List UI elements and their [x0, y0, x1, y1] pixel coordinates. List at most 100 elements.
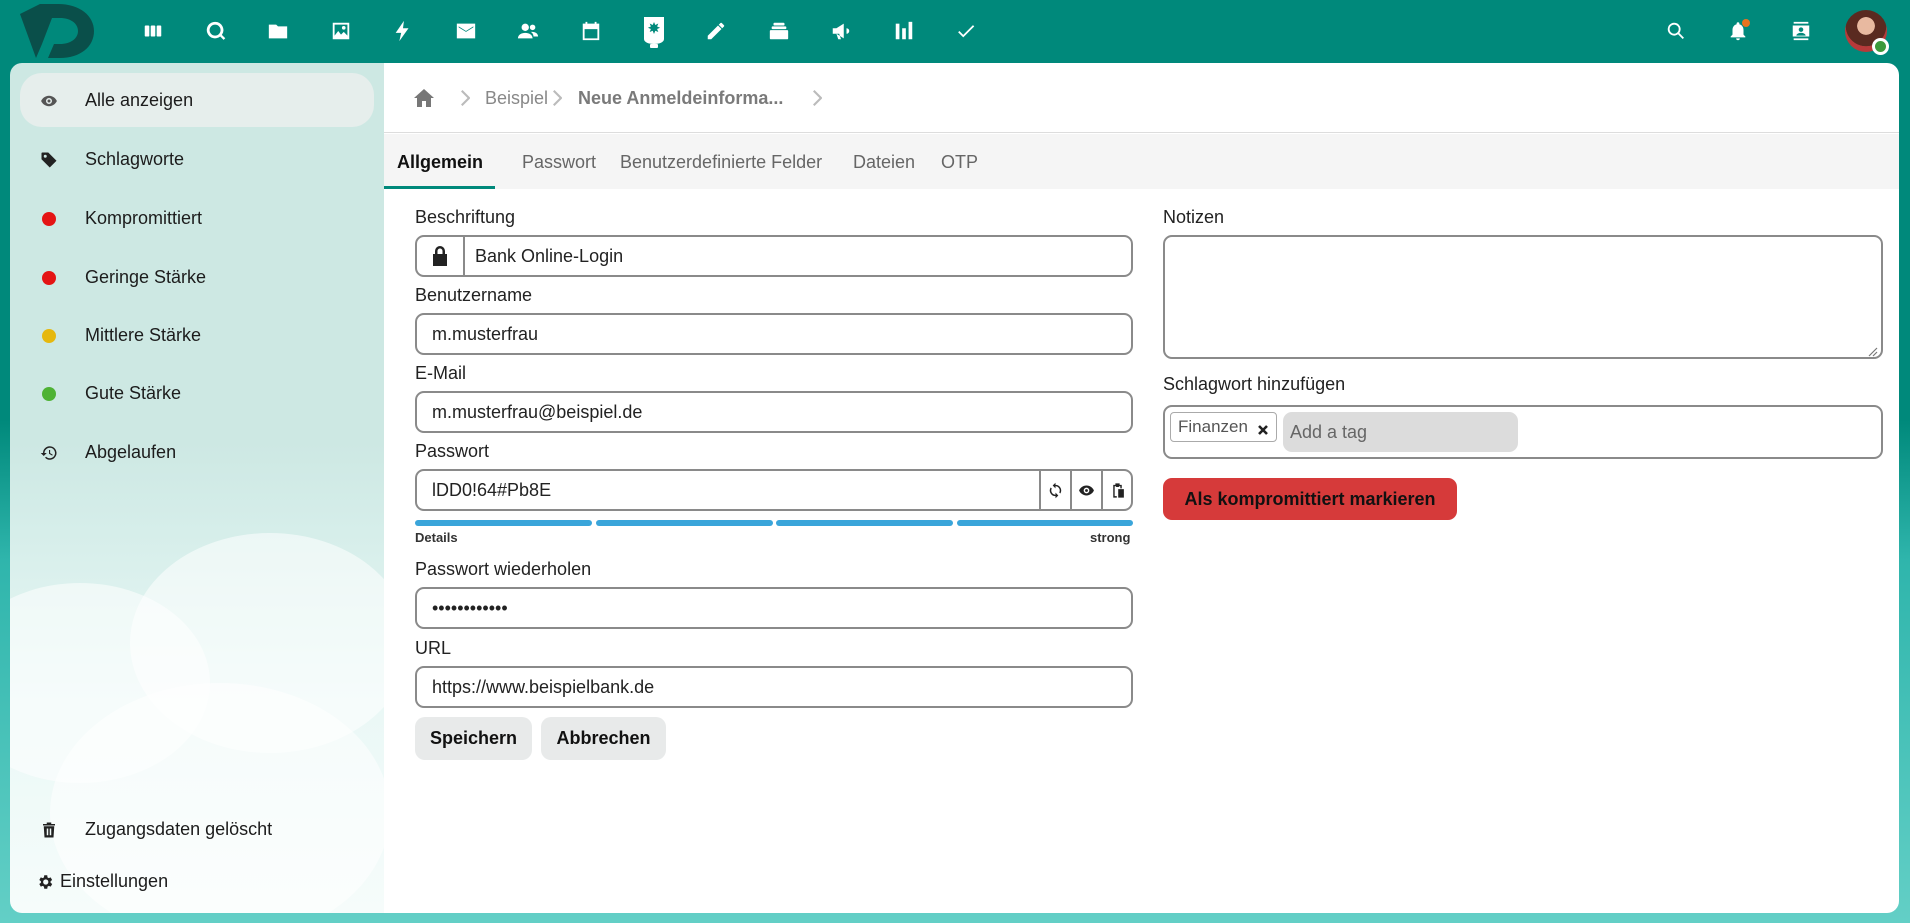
notes-icon[interactable] — [698, 13, 734, 49]
tag-icon — [40, 151, 58, 169]
sidebar-item-all[interactable]: Alle anzeigen — [20, 73, 374, 127]
repeat-password-value: •••••••••••• — [432, 597, 508, 618]
show-password-button[interactable] — [1070, 471, 1101, 509]
strength-segment — [957, 520, 1133, 526]
notification-badge — [1742, 19, 1750, 27]
sidebar: Alle anzeigen Schlagworte Kompromittiert… — [10, 63, 410, 913]
caption-input[interactable]: Bank Online-Login — [415, 235, 1133, 277]
caption-label: Beschriftung — [415, 207, 516, 227]
dashboard-icon[interactable] — [135, 13, 171, 49]
username-value: m.musterfrau — [432, 323, 539, 344]
sidebar-item-expired[interactable]: Abgelaufen — [20, 425, 374, 479]
trash-icon — [40, 821, 58, 839]
home-icon[interactable] — [414, 89, 434, 107]
search-q-icon[interactable] — [198, 13, 234, 49]
strength-level: strong — [1090, 530, 1131, 545]
caption-value: Bank Online-Login — [475, 245, 624, 266]
username-input[interactable]: m.musterfrau — [415, 313, 1133, 355]
notifications-icon[interactable] — [1720, 13, 1756, 49]
add-tag-input[interactable]: Add a tag — [1283, 412, 1518, 452]
red-dot-icon — [40, 269, 58, 287]
repeat-password-input[interactable]: •••••••••••• — [415, 587, 1133, 629]
sidebar-item-good[interactable]: Gute Stärke — [20, 366, 374, 420]
breadcrumb-current[interactable]: Neue Anmeldeinforma... — [578, 88, 783, 109]
lock-icon — [417, 237, 465, 275]
copy-password-button[interactable] — [1101, 471, 1131, 509]
cancel-button[interactable]: Abbrechen — [541, 717, 666, 760]
sidebar-item-label: Gute Stärke — [85, 383, 182, 403]
tasks-icon[interactable] — [948, 13, 984, 49]
sidebar-item-label: Alle anzeigen — [85, 90, 194, 110]
sidebar-item-medium[interactable]: Mittlere Stärke — [20, 308, 374, 362]
analytics-icon[interactable] — [886, 13, 922, 49]
search-icon[interactable] — [1658, 13, 1694, 49]
sidebar-item-weak[interactable]: Geringe Stärke — [20, 250, 374, 304]
contacts-icon[interactable] — [510, 13, 546, 49]
yellow-dot-icon — [40, 327, 58, 345]
generate-password-button[interactable] — [1039, 471, 1070, 509]
contacts-menu-icon[interactable] — [1783, 13, 1819, 49]
breadcrumb-item[interactable]: Beispiel — [485, 88, 548, 109]
url-label: URL — [415, 638, 452, 658]
sidebar-item-tags[interactable]: Schlagworte — [20, 132, 374, 186]
settings-button[interactable]: Einstellungen — [36, 871, 168, 892]
red-dot-icon — [40, 210, 58, 228]
resize-handle-icon[interactable] — [1868, 344, 1878, 357]
chevron-right-icon — [552, 90, 563, 106]
photos-icon[interactable] — [323, 13, 359, 49]
sidebar-item-compromised[interactable]: Kompromittiert — [20, 191, 374, 245]
repeat-password-label: Passwort wiederholen — [415, 559, 592, 579]
notes-label: Notizen — [1163, 207, 1225, 227]
sidebar-item-label: Mittlere Stärke — [85, 325, 202, 345]
online-status-icon — [1872, 38, 1889, 55]
mark-compromised-button[interactable]: Als kompromittiert markieren — [1163, 478, 1457, 520]
url-input[interactable]: https://www.beispielbank.de — [415, 666, 1133, 708]
tab-custom-fields[interactable]: Benutzerdefinierte Felder — [620, 134, 822, 189]
mail-icon[interactable] — [448, 13, 484, 49]
tab-files[interactable]: Dateien — [853, 134, 915, 189]
announcements-icon[interactable] — [823, 13, 859, 49]
green-dot-icon — [40, 385, 58, 403]
sidebar-item-deleted[interactable]: Zugangsdaten gelöscht — [20, 802, 374, 856]
remove-tag-icon[interactable] — [1257, 421, 1269, 435]
top-app-bar — [0, 0, 1910, 63]
clipboard-icon — [1112, 482, 1124, 498]
tag-input-box[interactable]: Finanzen Add a tag — [1163, 405, 1883, 459]
email-value: m.musterfrau@beispiel.de — [432, 401, 643, 422]
gear-icon — [39, 874, 53, 889]
tab-bar: Allgemein Passwort Benutzerdefinierte Fe… — [384, 134, 1899, 189]
chevron-right-icon — [812, 90, 823, 106]
history-icon — [40, 444, 58, 462]
strength-segment — [776, 520, 953, 526]
tags-label: Schlagwort hinzufügen — [1163, 374, 1346, 394]
sidebar-item-label: Kompromittiert — [85, 208, 203, 228]
save-button[interactable]: Speichern — [415, 717, 532, 760]
refresh-icon — [1049, 482, 1062, 498]
tag-chip-label: Finanzen — [1178, 417, 1248, 436]
tab-general[interactable]: Allgemein — [384, 134, 496, 189]
password-input[interactable]: lDD0!64#Pb8E — [415, 469, 1133, 511]
files-icon[interactable] — [260, 13, 296, 49]
breadcrumb: Beispiel Neue Anmeldeinforma... — [384, 63, 1899, 133]
strength-details-link[interactable]: Details — [415, 530, 458, 545]
email-input[interactable]: m.musterfrau@beispiel.de — [415, 391, 1133, 433]
tag-chip: Finanzen — [1170, 412, 1277, 442]
passwords-icon[interactable] — [636, 9, 672, 55]
eye-icon — [40, 92, 58, 110]
eye-icon — [1079, 485, 1094, 495]
sidebar-item-label: Abgelaufen — [85, 442, 177, 462]
app-logo[interactable] — [18, 4, 96, 58]
activity-icon[interactable] — [385, 13, 421, 49]
deck-icon[interactable] — [761, 13, 797, 49]
settings-label: Einstellungen — [60, 871, 169, 891]
calendar-icon[interactable] — [573, 13, 609, 49]
sidebar-item-label: Zugangsdaten gelöscht — [85, 819, 273, 839]
tab-otp[interactable]: OTP — [941, 134, 978, 189]
url-value: https://www.beispielbank.de — [432, 676, 655, 697]
strength-segment — [415, 520, 592, 526]
email-label: E-Mail — [415, 363, 467, 383]
password-label: Passwort — [415, 441, 490, 461]
notes-textarea[interactable] — [1163, 235, 1883, 359]
tab-password[interactable]: Passwort — [522, 134, 596, 189]
password-value: lDD0!64#Pb8E — [432, 479, 552, 500]
